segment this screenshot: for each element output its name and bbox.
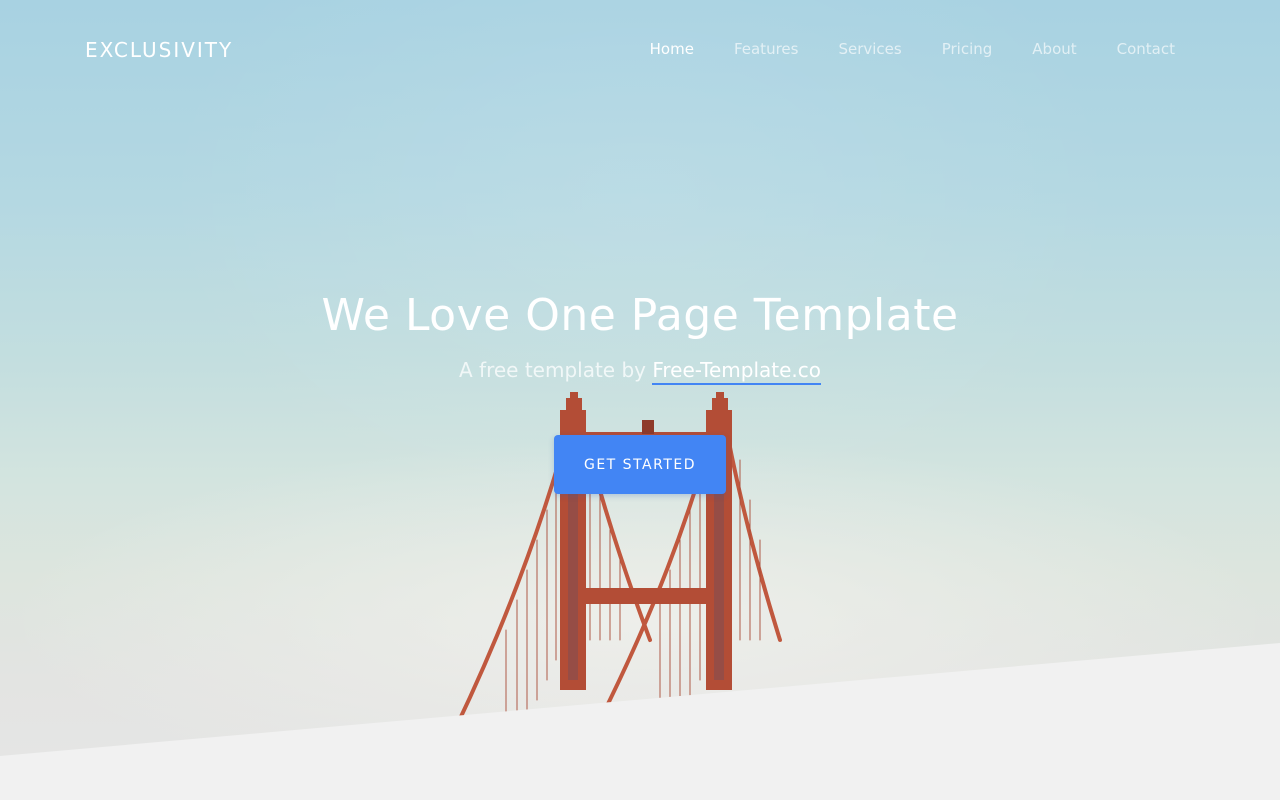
nav-item-features[interactable]: Features [734,40,799,58]
main-nav: Home Features Services Pricing About Con… [650,40,1175,58]
hero-title: We Love One Page Template [321,290,959,341]
get-started-button[interactable]: GET STARTED [554,435,726,494]
hero-subtitle: A free template by Free-Template.co [0,358,1280,385]
free-template-link[interactable]: Free-Template.co [652,358,822,385]
nav-item-pricing[interactable]: Pricing [942,40,993,58]
nav-item-home[interactable]: Home [650,40,694,58]
hero-subtitle-text: A free template by [458,358,653,382]
section-divider [0,643,1280,800]
nav-item-contact[interactable]: Contact [1117,40,1175,58]
brand-logo[interactable]: EXCLUSIVITY [85,38,233,62]
page: EXCLUSIVITY Home Features Services Prici… [0,0,1280,800]
nav-item-services[interactable]: Services [838,40,901,58]
nav-item-about[interactable]: About [1032,40,1076,58]
